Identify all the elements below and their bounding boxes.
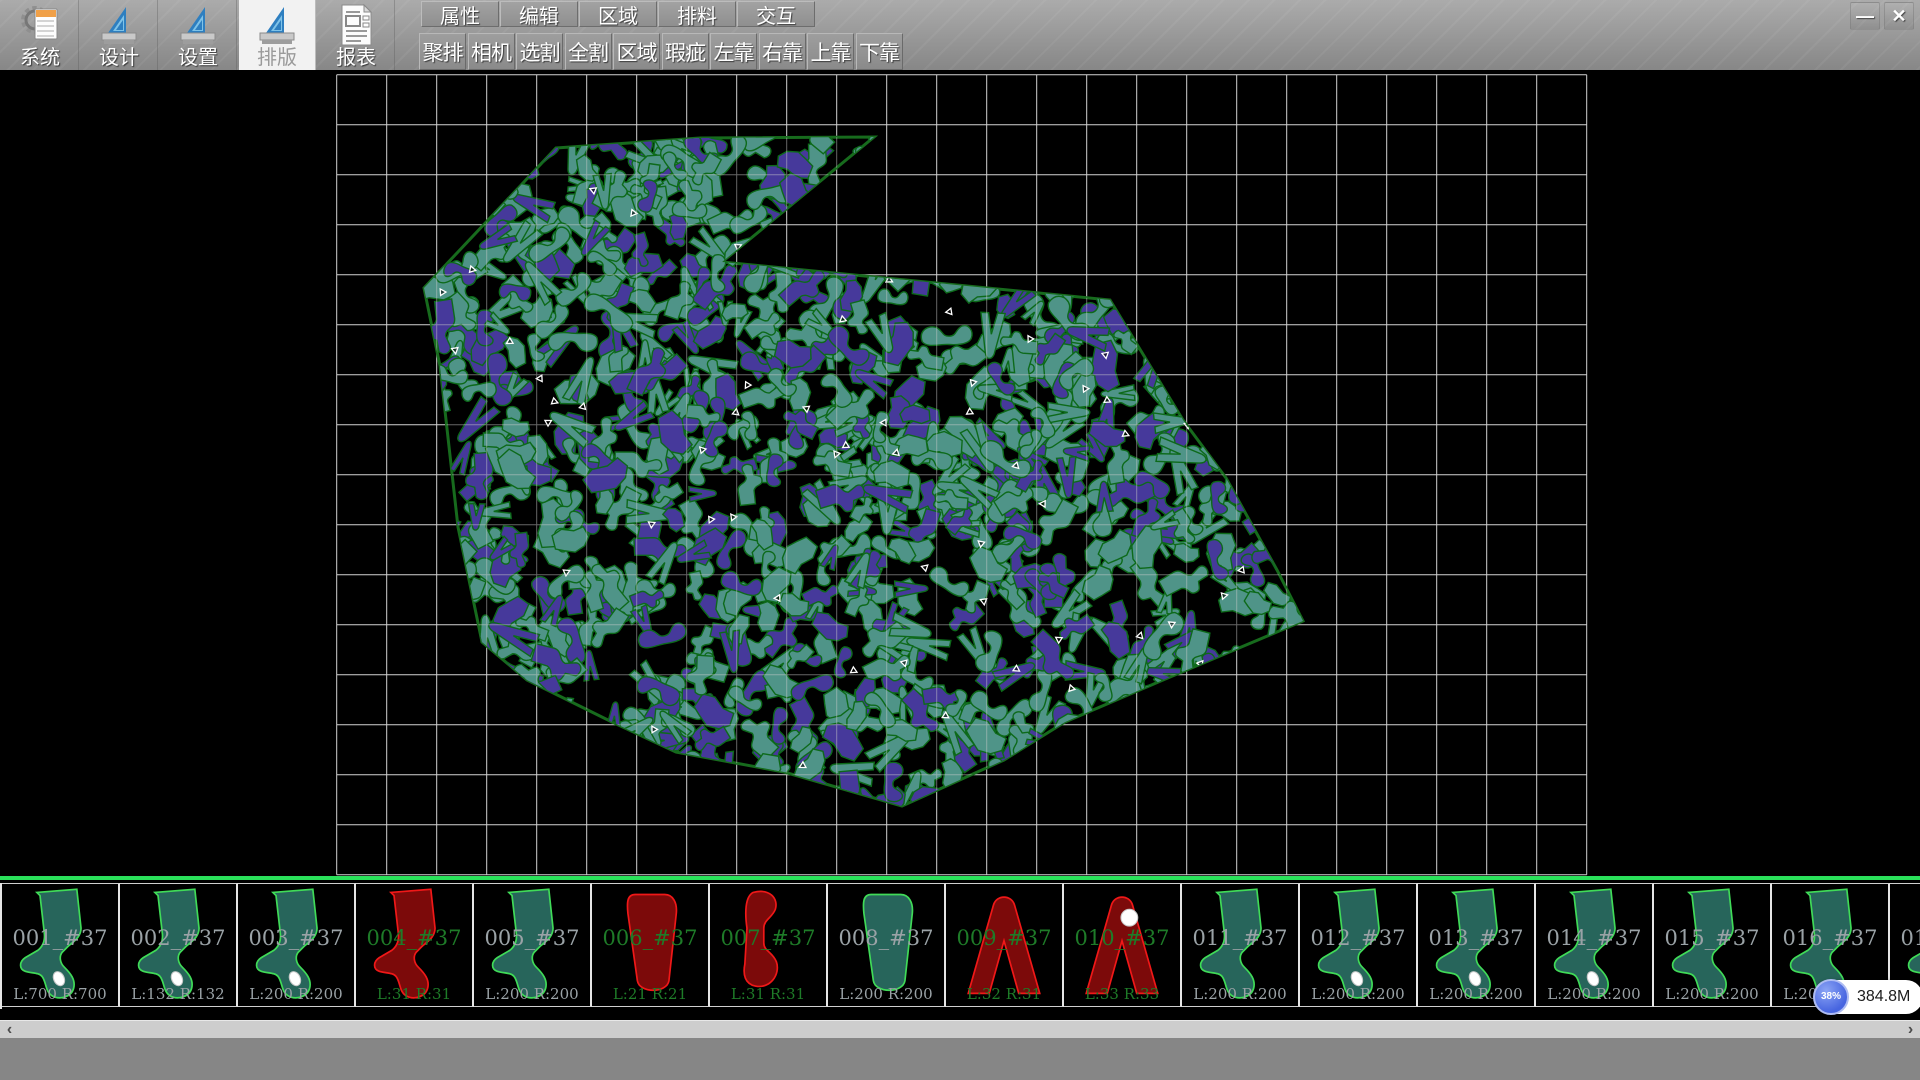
- thumbnail-cell-001_#37[interactable]: 001_#37 L:700 R:700: [2, 883, 120, 1007]
- thumbnail-cell-005_#37[interactable]: 005_#37 L:200 R:200: [474, 883, 592, 1007]
- piece-lr-count: L:33 R:33: [1064, 985, 1180, 1003]
- launcher-settings-button[interactable]: 设置: [160, 0, 237, 70]
- status-bar: [0, 1038, 1920, 1080]
- titlebar: 系统 设计 设置 排版 报表 属性编辑区域排料交互 聚排相机选割全割区域瑕疵左靠…: [0, 0, 1920, 71]
- thumbnail-strip: 001_#37 L:700 R:700 002_#37 L:132 R:132 …: [0, 883, 1920, 1009]
- launcher-layout-button[interactable]: 排版: [239, 0, 316, 70]
- piece-lr-count: L:200 R:200: [1654, 985, 1770, 1003]
- launcher-settings-label: 设置: [178, 48, 218, 68]
- thumbnail-cell-009_#37[interactable]: 009_#37 L:32 R:31: [946, 883, 1064, 1007]
- piece-label: 016_#37: [1772, 926, 1888, 950]
- scroll-right-arrow-icon[interactable]: ›: [1902, 1021, 1919, 1038]
- thumbnail-cell-012_#37[interactable]: 012_#37 L:200 R:200: [1300, 883, 1418, 1007]
- piece-label: 010_#37: [1064, 926, 1180, 950]
- thumbnail-cell-014_#37[interactable]: 014_#37 L:200 R:200: [1536, 883, 1654, 1007]
- launcher-design-button[interactable]: 设计: [81, 0, 158, 70]
- piece-lr-count: L:200 R:200: [1182, 985, 1298, 1003]
- thumbnail-cell-002_#37[interactable]: 002_#37 L:132 R:132: [120, 883, 238, 1007]
- close-button[interactable]: ✕: [1884, 2, 1914, 30]
- nesting-canvas[interactable]: [0, 70, 1920, 877]
- piece-lr-count: L:200 R:200: [474, 985, 590, 1003]
- tool-bar: 聚排相机选割全割区域瑕疵左靠右靠上靠下靠: [419, 33, 904, 70]
- piece-label: 012_#37: [1300, 926, 1416, 950]
- launcher-system-button[interactable]: 系统: [2, 0, 79, 70]
- thumbnail-cell-008_#37[interactable]: 008_#37 L:200 R:200: [828, 883, 946, 1007]
- menu-item-0[interactable]: 属性: [421, 1, 499, 27]
- piece-label: 001_#37: [2, 926, 118, 950]
- piece-label: 005_#37: [474, 926, 590, 950]
- piece-label: 004_#37: [356, 926, 472, 950]
- launcher-report-label: 报表: [336, 48, 376, 68]
- piece-lr-count: L:200 R:200: [828, 985, 944, 1003]
- piece-label: 009_#37: [946, 926, 1062, 950]
- thumbnail-cell-010_#37[interactable]: 010_#37 L:33 R:33: [1064, 883, 1182, 1007]
- piece-lr-count: L:700 R:700: [2, 985, 118, 1003]
- system-icon: [17, 3, 63, 47]
- piece-lr-count: L:31 R:31: [710, 985, 826, 1003]
- scroll-left-arrow-icon[interactable]: ‹: [1, 1021, 18, 1038]
- thumbnail-cell-004_#37[interactable]: 004_#37 L:31 R:31: [356, 883, 474, 1007]
- menu-item-4[interactable]: 交互: [737, 1, 815, 27]
- horizontal-scrollbar[interactable]: ‹ ›: [0, 1020, 1920, 1038]
- menu-item-1[interactable]: 编辑: [500, 1, 578, 27]
- nesting-canvas-svg[interactable]: [0, 70, 1920, 877]
- piece-label: 015_#37: [1654, 926, 1770, 950]
- piece-label: 017_#37: [1890, 926, 1920, 950]
- set-square-icon: [254, 3, 300, 47]
- window-controls: — ✕: [1846, 2, 1914, 30]
- tool-button-2[interactable]: 选割: [516, 33, 563, 70]
- launcher-design-label: 设计: [99, 48, 139, 68]
- piece-label: 002_#37: [120, 926, 236, 950]
- tool-button-3[interactable]: 全割: [565, 33, 612, 70]
- launcher-system-label: 系统: [20, 48, 60, 68]
- set-square-icon: [96, 3, 142, 47]
- piece-label: 007_#37: [710, 926, 826, 950]
- launcher-report-button[interactable]: 报表: [318, 0, 395, 70]
- tool-button-4[interactable]: 区域: [613, 33, 660, 70]
- report-icon: [333, 3, 379, 47]
- menu-bar: 属性编辑区域排料交互: [421, 1, 816, 28]
- menu-item-3[interactable]: 排料: [658, 1, 736, 27]
- set-square-icon: [175, 3, 221, 47]
- thumbnail-cell-011_#37[interactable]: 011_#37 L:200 R:200: [1182, 883, 1300, 1007]
- launcher-bar: 系统 设计 设置 排版 报表: [2, 0, 397, 70]
- thumbnail-cell-003_#37[interactable]: 003_#37 L:200 R:200: [238, 883, 356, 1007]
- memory-badge: 38% 384.8M: [1814, 980, 1920, 1014]
- minimize-button[interactable]: —: [1850, 2, 1880, 30]
- piece-lr-count: L:200 R:200: [1536, 985, 1652, 1003]
- progress-circle: 38%: [1813, 979, 1849, 1015]
- tool-button-1[interactable]: 相机: [468, 33, 515, 70]
- memory-value: 384.8M: [1849, 988, 1920, 1006]
- thumbnail-cell-013_#37[interactable]: 013_#37 L:200 R:200: [1418, 883, 1536, 1007]
- thumbnail-strip-accent: [0, 876, 1920, 880]
- tool-button-5[interactable]: 瑕疵: [662, 33, 709, 70]
- launcher-layout-label: 排版: [257, 48, 297, 68]
- piece-lr-count: L:32 R:31: [946, 985, 1062, 1003]
- piece-lr-count: L:21 R:21: [592, 985, 708, 1003]
- piece-lr-count: L:31 R:31: [356, 985, 472, 1003]
- tool-button-8[interactable]: 上靠: [807, 33, 854, 70]
- piece-label: 014_#37: [1536, 926, 1652, 950]
- piece-label: 011_#37: [1182, 926, 1298, 950]
- tool-button-9[interactable]: 下靠: [856, 33, 903, 70]
- piece-lr-count: L:200 R:200: [1418, 985, 1534, 1003]
- tool-button-0[interactable]: 聚排: [419, 33, 466, 70]
- piece-label: 003_#37: [238, 926, 354, 950]
- piece-lr-count: L:200 R:200: [1300, 985, 1416, 1003]
- thumbnail-cell-006_#37[interactable]: 006_#37 L:21 R:21: [592, 883, 710, 1007]
- piece-label: 008_#37: [828, 926, 944, 950]
- progress-percent: 38%: [1821, 991, 1841, 1002]
- thumbnail-cell-007_#37[interactable]: 007_#37 L:31 R:31: [710, 883, 828, 1007]
- thumbnail-cell-015_#37[interactable]: 015_#37 L:200 R:200: [1654, 883, 1772, 1007]
- menu-item-2[interactable]: 区域: [579, 1, 657, 27]
- piece-lr-count: L:200 R:200: [238, 985, 354, 1003]
- piece-label: 006_#37: [592, 926, 708, 950]
- piece-lr-count: L:132 R:132: [120, 985, 236, 1003]
- tool-button-6[interactable]: 左靠: [710, 33, 757, 70]
- piece-label: 013_#37: [1418, 926, 1534, 950]
- tool-button-7[interactable]: 右靠: [759, 33, 806, 70]
